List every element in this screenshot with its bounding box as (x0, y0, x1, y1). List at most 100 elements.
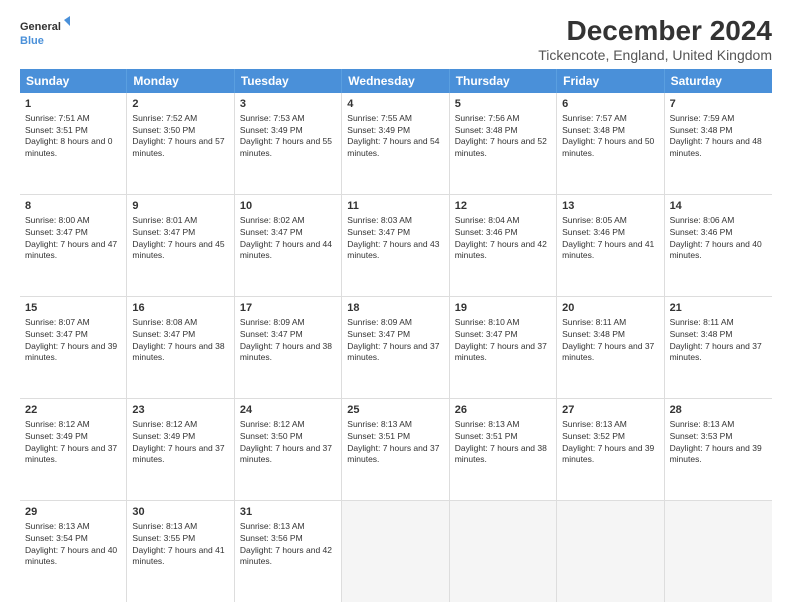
day-info: Sunrise: 8:09 AMSunset: 3:47 PMDaylight:… (347, 317, 439, 362)
day-info: Sunrise: 7:55 AMSunset: 3:49 PMDaylight:… (347, 113, 439, 158)
day-number: 20 (562, 301, 658, 315)
day-cell-29: 29 Sunrise: 8:13 AMSunset: 3:54 PMDaylig… (20, 501, 127, 602)
day-info: Sunrise: 8:03 AMSunset: 3:47 PMDaylight:… (347, 215, 439, 260)
svg-text:General: General (20, 21, 61, 33)
day-number: 17 (240, 301, 336, 315)
day-number: 7 (670, 97, 767, 111)
day-cell-13: 13 Sunrise: 8:05 AMSunset: 3:46 PMDaylig… (557, 195, 664, 296)
calendar-week-4: 22 Sunrise: 8:12 AMSunset: 3:49 PMDaylig… (20, 399, 772, 501)
day-cell-9: 9 Sunrise: 8:01 AMSunset: 3:47 PMDayligh… (127, 195, 234, 296)
day-info: Sunrise: 8:13 AMSunset: 3:54 PMDaylight:… (25, 521, 117, 566)
day-number: 18 (347, 301, 443, 315)
day-number: 21 (670, 301, 767, 315)
day-cell-6: 6 Sunrise: 7:57 AMSunset: 3:48 PMDayligh… (557, 93, 664, 194)
title-block: December 2024 Tickencote, England, Unite… (538, 16, 772, 63)
day-number: 3 (240, 97, 336, 111)
day-cell-17: 17 Sunrise: 8:09 AMSunset: 3:47 PMDaylig… (235, 297, 342, 398)
day-info: Sunrise: 8:08 AMSunset: 3:47 PMDaylight:… (132, 317, 224, 362)
day-header-tuesday: Tuesday (235, 69, 342, 93)
empty-cell (450, 501, 557, 602)
day-cell-7: 7 Sunrise: 7:59 AMSunset: 3:48 PMDayligh… (665, 93, 772, 194)
day-info: Sunrise: 8:13 AMSunset: 3:52 PMDaylight:… (562, 419, 654, 464)
day-info: Sunrise: 8:11 AMSunset: 3:48 PMDaylight:… (670, 317, 762, 362)
day-cell-26: 26 Sunrise: 8:13 AMSunset: 3:51 PMDaylig… (450, 399, 557, 500)
day-cell-12: 12 Sunrise: 8:04 AMSunset: 3:46 PMDaylig… (450, 195, 557, 296)
calendar: SundayMondayTuesdayWednesdayThursdayFrid… (20, 69, 772, 602)
empty-cell (665, 501, 772, 602)
empty-cell (342, 501, 449, 602)
day-info: Sunrise: 8:10 AMSunset: 3:47 PMDaylight:… (455, 317, 547, 362)
day-number: 12 (455, 199, 551, 213)
day-number: 5 (455, 97, 551, 111)
logo: General Blue (20, 16, 70, 52)
day-number: 8 (25, 199, 121, 213)
page: General Blue December 2024 Tickencote, E… (0, 0, 792, 612)
day-info: Sunrise: 8:13 AMSunset: 3:56 PMDaylight:… (240, 521, 332, 566)
day-cell-24: 24 Sunrise: 8:12 AMSunset: 3:50 PMDaylig… (235, 399, 342, 500)
day-number: 30 (132, 505, 228, 519)
day-cell-10: 10 Sunrise: 8:02 AMSunset: 3:47 PMDaylig… (235, 195, 342, 296)
day-number: 29 (25, 505, 121, 519)
day-number: 28 (670, 403, 767, 417)
day-cell-5: 5 Sunrise: 7:56 AMSunset: 3:48 PMDayligh… (450, 93, 557, 194)
day-info: Sunrise: 8:13 AMSunset: 3:53 PMDaylight:… (670, 419, 762, 464)
day-info: Sunrise: 8:09 AMSunset: 3:47 PMDaylight:… (240, 317, 332, 362)
day-number: 26 (455, 403, 551, 417)
day-header-saturday: Saturday (665, 69, 772, 93)
main-title: December 2024 (538, 16, 772, 47)
day-number: 10 (240, 199, 336, 213)
day-number: 4 (347, 97, 443, 111)
day-info: Sunrise: 8:01 AMSunset: 3:47 PMDaylight:… (132, 215, 224, 260)
day-cell-19: 19 Sunrise: 8:10 AMSunset: 3:47 PMDaylig… (450, 297, 557, 398)
day-info: Sunrise: 8:13 AMSunset: 3:55 PMDaylight:… (132, 521, 224, 566)
day-cell-31: 31 Sunrise: 8:13 AMSunset: 3:56 PMDaylig… (235, 501, 342, 602)
calendar-week-3: 15 Sunrise: 8:07 AMSunset: 3:47 PMDaylig… (20, 297, 772, 399)
day-cell-27: 27 Sunrise: 8:13 AMSunset: 3:52 PMDaylig… (557, 399, 664, 500)
subtitle: Tickencote, England, United Kingdom (538, 47, 772, 63)
day-info: Sunrise: 8:07 AMSunset: 3:47 PMDaylight:… (25, 317, 117, 362)
empty-cell (557, 501, 664, 602)
day-info: Sunrise: 7:56 AMSunset: 3:48 PMDaylight:… (455, 113, 547, 158)
day-cell-28: 28 Sunrise: 8:13 AMSunset: 3:53 PMDaylig… (665, 399, 772, 500)
day-number: 1 (25, 97, 121, 111)
day-header-sunday: Sunday (20, 69, 127, 93)
day-info: Sunrise: 8:13 AMSunset: 3:51 PMDaylight:… (347, 419, 439, 464)
day-info: Sunrise: 8:12 AMSunset: 3:49 PMDaylight:… (25, 419, 117, 464)
day-info: Sunrise: 8:12 AMSunset: 3:49 PMDaylight:… (132, 419, 224, 464)
day-cell-16: 16 Sunrise: 8:08 AMSunset: 3:47 PMDaylig… (127, 297, 234, 398)
day-info: Sunrise: 8:05 AMSunset: 3:46 PMDaylight:… (562, 215, 654, 260)
day-number: 2 (132, 97, 228, 111)
day-info: Sunrise: 7:51 AMSunset: 3:51 PMDaylight:… (25, 113, 112, 158)
day-number: 9 (132, 199, 228, 213)
day-number: 6 (562, 97, 658, 111)
day-info: Sunrise: 7:52 AMSunset: 3:50 PMDaylight:… (132, 113, 224, 158)
day-number: 19 (455, 301, 551, 315)
day-number: 14 (670, 199, 767, 213)
day-info: Sunrise: 7:59 AMSunset: 3:48 PMDaylight:… (670, 113, 762, 158)
day-header-monday: Monday (127, 69, 234, 93)
day-number: 24 (240, 403, 336, 417)
day-number: 15 (25, 301, 121, 315)
day-header-thursday: Thursday (450, 69, 557, 93)
day-cell-18: 18 Sunrise: 8:09 AMSunset: 3:47 PMDaylig… (342, 297, 449, 398)
day-cell-25: 25 Sunrise: 8:13 AMSunset: 3:51 PMDaylig… (342, 399, 449, 500)
day-header-wednesday: Wednesday (342, 69, 449, 93)
calendar-week-5: 29 Sunrise: 8:13 AMSunset: 3:54 PMDaylig… (20, 501, 772, 602)
day-cell-23: 23 Sunrise: 8:12 AMSunset: 3:49 PMDaylig… (127, 399, 234, 500)
day-number: 23 (132, 403, 228, 417)
day-cell-30: 30 Sunrise: 8:13 AMSunset: 3:55 PMDaylig… (127, 501, 234, 602)
calendar-week-2: 8 Sunrise: 8:00 AMSunset: 3:47 PMDayligh… (20, 195, 772, 297)
header: General Blue December 2024 Tickencote, E… (20, 16, 772, 63)
day-info: Sunrise: 8:13 AMSunset: 3:51 PMDaylight:… (455, 419, 547, 464)
day-cell-22: 22 Sunrise: 8:12 AMSunset: 3:49 PMDaylig… (20, 399, 127, 500)
day-cell-14: 14 Sunrise: 8:06 AMSunset: 3:46 PMDaylig… (665, 195, 772, 296)
day-number: 31 (240, 505, 336, 519)
day-info: Sunrise: 8:00 AMSunset: 3:47 PMDaylight:… (25, 215, 117, 260)
day-cell-15: 15 Sunrise: 8:07 AMSunset: 3:47 PMDaylig… (20, 297, 127, 398)
calendar-week-1: 1 Sunrise: 7:51 AMSunset: 3:51 PMDayligh… (20, 93, 772, 195)
day-info: Sunrise: 8:02 AMSunset: 3:47 PMDaylight:… (240, 215, 332, 260)
day-cell-3: 3 Sunrise: 7:53 AMSunset: 3:49 PMDayligh… (235, 93, 342, 194)
calendar-header: SundayMondayTuesdayWednesdayThursdayFrid… (20, 69, 772, 93)
day-number: 13 (562, 199, 658, 213)
day-cell-4: 4 Sunrise: 7:55 AMSunset: 3:49 PMDayligh… (342, 93, 449, 194)
